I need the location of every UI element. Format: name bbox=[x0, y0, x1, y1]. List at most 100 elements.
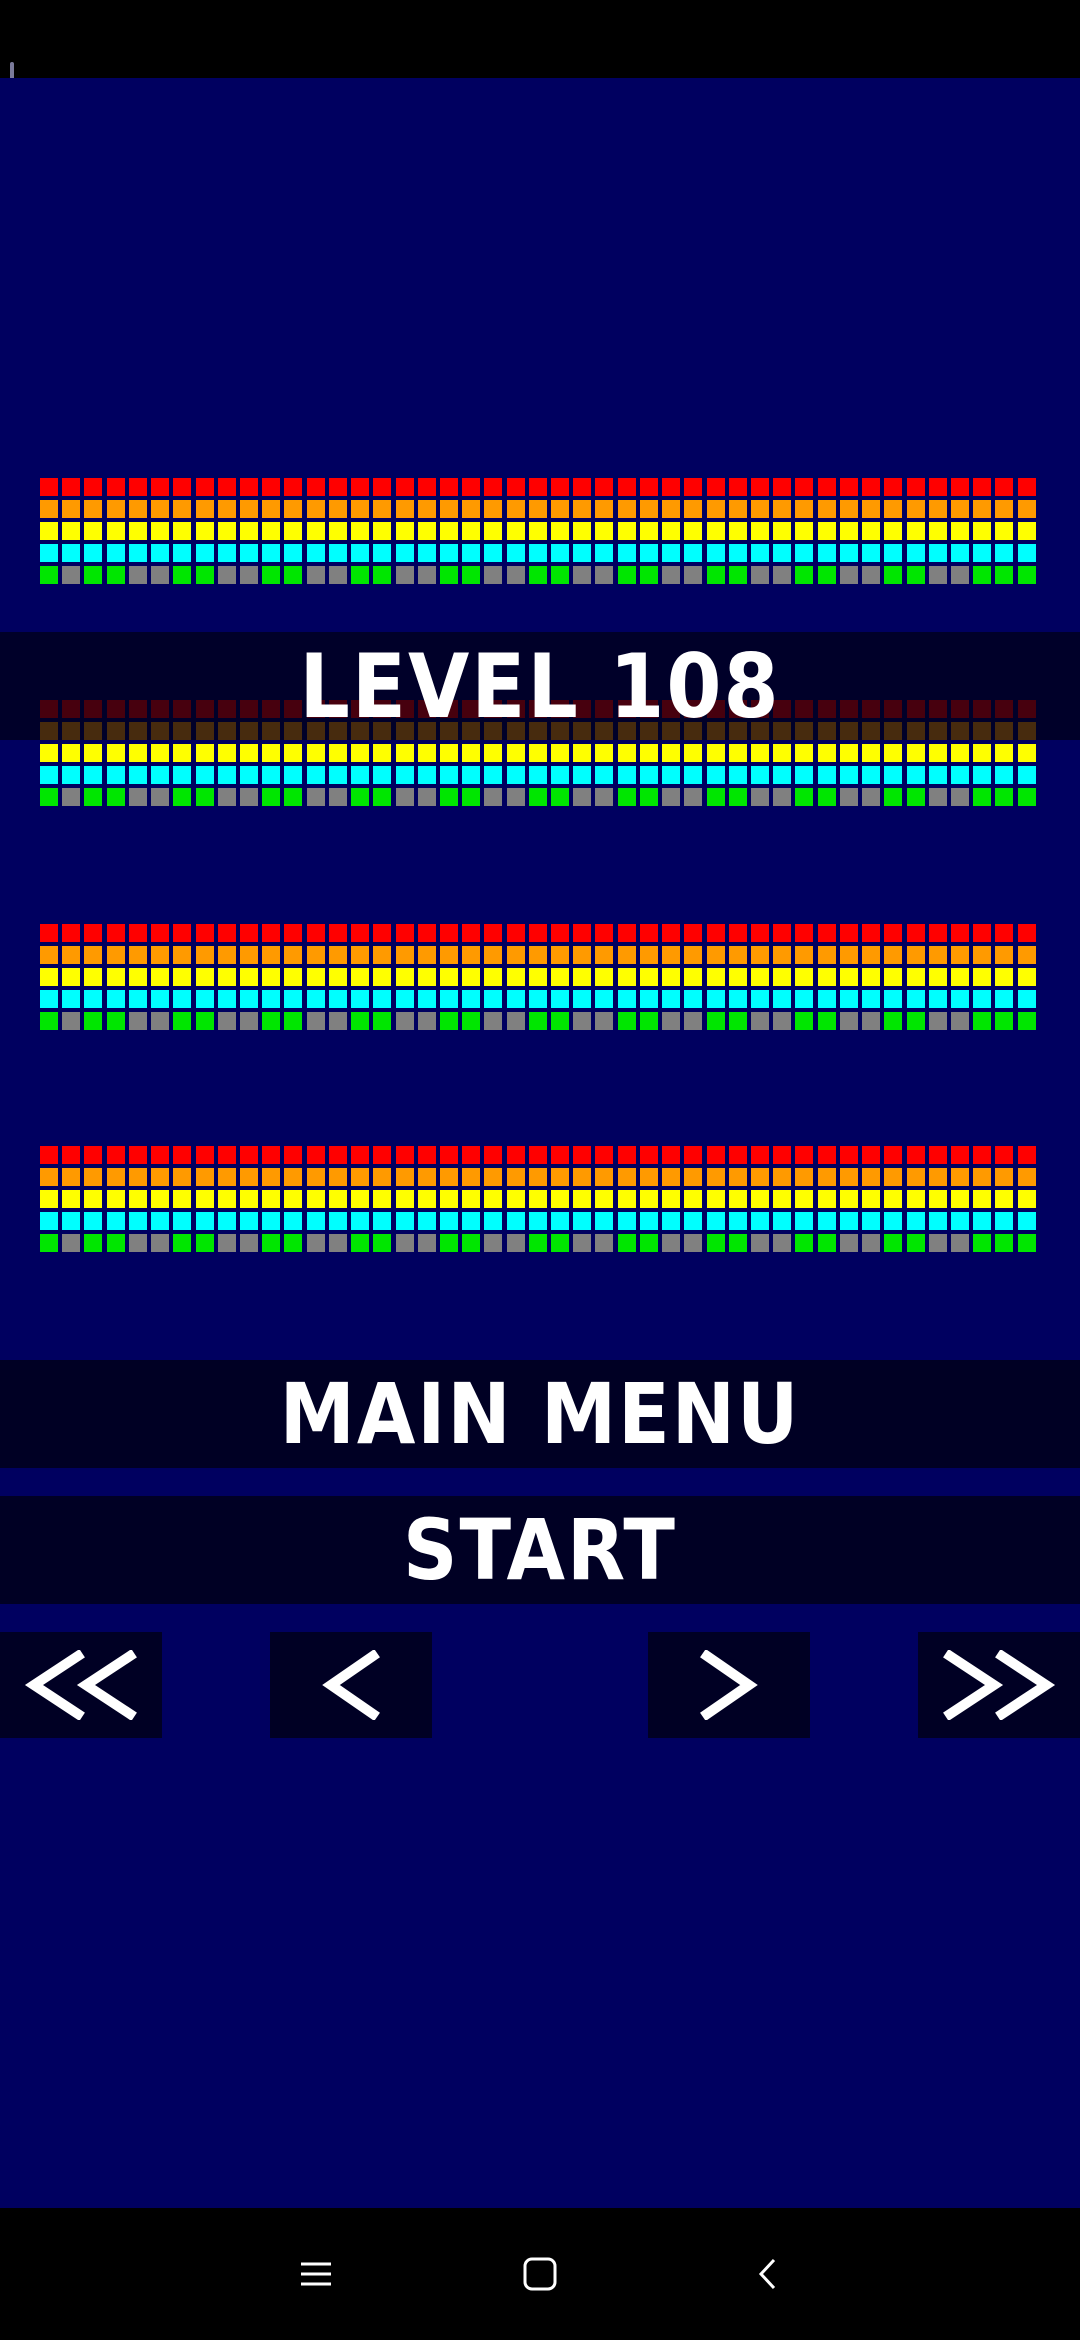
brick bbox=[595, 968, 614, 986]
brick bbox=[195, 522, 214, 540]
brick bbox=[417, 1146, 436, 1164]
brick bbox=[728, 544, 747, 562]
previous-level-button[interactable] bbox=[270, 1632, 432, 1738]
brick bbox=[217, 544, 236, 562]
brick bbox=[306, 566, 325, 584]
brick bbox=[128, 1234, 147, 1252]
brick bbox=[395, 500, 414, 518]
brick bbox=[639, 544, 658, 562]
brick bbox=[62, 500, 81, 518]
brick bbox=[751, 766, 769, 784]
brick bbox=[395, 1190, 414, 1208]
brick bbox=[439, 1012, 458, 1030]
brick bbox=[595, 744, 614, 762]
brick bbox=[862, 1012, 881, 1030]
brick bbox=[928, 500, 947, 518]
main-menu-button[interactable]: MAIN MENU bbox=[0, 1360, 1080, 1468]
brick bbox=[684, 1234, 703, 1252]
brick bbox=[528, 1190, 547, 1208]
brick bbox=[973, 968, 992, 986]
brick bbox=[973, 788, 992, 806]
brick bbox=[351, 566, 370, 584]
brick bbox=[395, 1146, 414, 1164]
brick bbox=[950, 788, 969, 806]
brick bbox=[973, 1212, 992, 1230]
brick bbox=[950, 1212, 969, 1230]
brick bbox=[684, 544, 703, 562]
brick bbox=[262, 924, 281, 942]
brick bbox=[795, 544, 814, 562]
brick bbox=[573, 1212, 592, 1230]
brick bbox=[506, 766, 525, 784]
brick bbox=[884, 924, 903, 942]
game-area[interactable] bbox=[0, 78, 1080, 2208]
home-button[interactable] bbox=[514, 2248, 566, 2300]
brick bbox=[217, 1146, 236, 1164]
brick bbox=[839, 1168, 858, 1186]
brick bbox=[395, 990, 414, 1008]
brick bbox=[328, 968, 347, 986]
last-level-button[interactable] bbox=[918, 1632, 1080, 1738]
brick bbox=[439, 1190, 458, 1208]
next-level-button[interactable] bbox=[648, 1632, 810, 1738]
brick bbox=[817, 990, 836, 1008]
brick bbox=[128, 924, 147, 942]
brick bbox=[573, 766, 592, 784]
brick bbox=[484, 1234, 503, 1252]
brick bbox=[595, 544, 614, 562]
brick bbox=[195, 946, 214, 964]
brick bbox=[151, 946, 170, 964]
first-level-button[interactable] bbox=[0, 1632, 162, 1738]
brick bbox=[995, 1146, 1014, 1164]
brick bbox=[395, 1168, 414, 1186]
brick bbox=[40, 1012, 58, 1030]
brick bbox=[328, 1190, 347, 1208]
brick bbox=[40, 1168, 58, 1186]
brick bbox=[728, 1234, 747, 1252]
brick bbox=[595, 478, 614, 496]
brick bbox=[817, 1168, 836, 1186]
brick bbox=[40, 566, 58, 584]
brick bbox=[506, 566, 525, 584]
brick bbox=[773, 946, 792, 964]
brick bbox=[839, 946, 858, 964]
brick bbox=[706, 924, 725, 942]
brick bbox=[106, 1168, 125, 1186]
back-button[interactable] bbox=[742, 2248, 794, 2300]
brick bbox=[884, 500, 903, 518]
brick bbox=[151, 544, 170, 562]
brick bbox=[262, 1168, 281, 1186]
brick bbox=[1017, 1234, 1036, 1252]
brick bbox=[40, 968, 58, 986]
brick bbox=[84, 1146, 103, 1164]
brick bbox=[306, 1146, 325, 1164]
brick bbox=[1017, 788, 1036, 806]
brick bbox=[528, 478, 547, 496]
brick bbox=[262, 968, 281, 986]
brick bbox=[662, 566, 681, 584]
brick bbox=[239, 522, 258, 540]
brick bbox=[217, 1212, 236, 1230]
brick bbox=[884, 544, 903, 562]
brick bbox=[751, 500, 769, 518]
brick bbox=[773, 1146, 792, 1164]
brick bbox=[950, 1234, 969, 1252]
brick bbox=[639, 968, 658, 986]
brick bbox=[617, 478, 636, 496]
brick bbox=[262, 990, 281, 1008]
brick bbox=[928, 788, 947, 806]
brick bbox=[950, 478, 969, 496]
brick bbox=[595, 566, 614, 584]
recents-button[interactable] bbox=[290, 2248, 342, 2300]
brick bbox=[884, 522, 903, 540]
brick bbox=[373, 1168, 392, 1186]
brick bbox=[639, 990, 658, 1008]
start-button[interactable]: START bbox=[0, 1496, 1080, 1604]
brick bbox=[773, 500, 792, 518]
brick bbox=[506, 500, 525, 518]
brick bbox=[1017, 968, 1036, 986]
brick bbox=[373, 566, 392, 584]
brick bbox=[995, 990, 1014, 1008]
brick bbox=[128, 1168, 147, 1186]
brick bbox=[862, 500, 881, 518]
